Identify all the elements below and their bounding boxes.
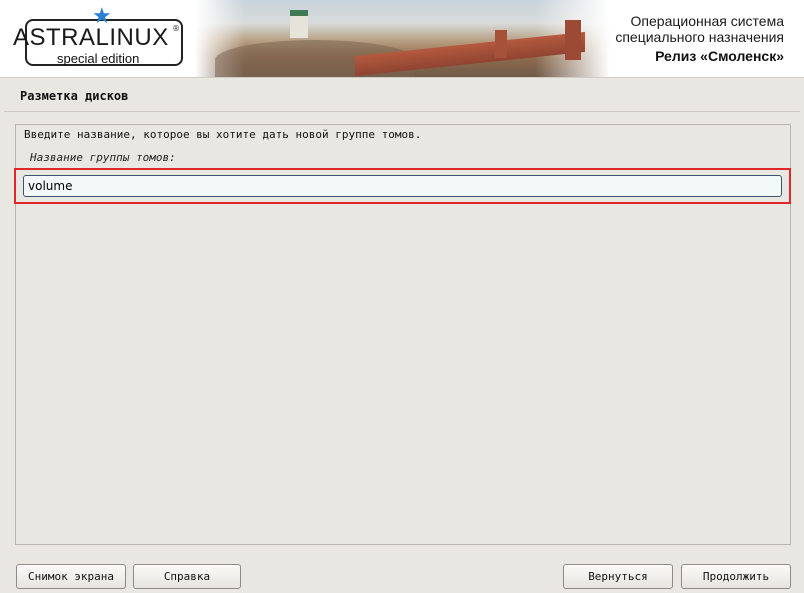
photo-church xyxy=(290,10,308,38)
page-title: Разметка дисков xyxy=(20,89,129,103)
photo-tower xyxy=(495,30,507,58)
smolensk-photo xyxy=(195,0,610,77)
volume-group-name-label: Название группы томов: xyxy=(30,151,176,164)
photo-tower xyxy=(565,20,581,60)
os-title-line1: Операционная система xyxy=(630,13,784,29)
continue-button[interactable]: Продолжить xyxy=(681,564,791,589)
volume-group-name-input[interactable] xyxy=(23,175,782,197)
help-button[interactable]: Справка xyxy=(133,564,241,589)
logo-main-text: ASTRALINUX xyxy=(13,24,169,51)
os-title: Операционная система специального назнач… xyxy=(615,13,784,45)
release-name: Релиз «Смоленск» xyxy=(655,48,784,64)
back-button[interactable]: Вернуться xyxy=(563,564,673,589)
os-title-line2: специального назначения xyxy=(615,29,784,45)
photo-fortress-wall xyxy=(355,31,585,77)
title-divider xyxy=(4,111,800,112)
logo-sub-text: special edition xyxy=(57,51,140,66)
screenshot-button[interactable]: Снимок экрана xyxy=(16,564,126,589)
registered-mark: ® xyxy=(172,24,180,33)
header-banner: ★ ASTRALINUX ® special edition Операцион… xyxy=(0,0,804,78)
instruction-text: Введите название, которое вы хотите дать… xyxy=(24,128,422,141)
